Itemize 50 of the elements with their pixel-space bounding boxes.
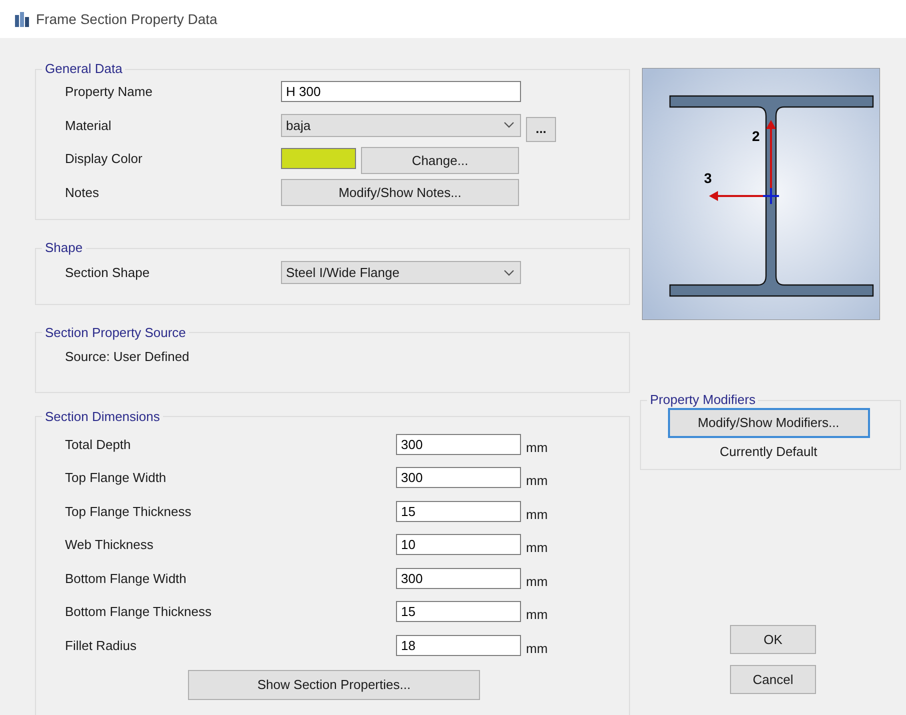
modify-show-notes-button[interactable]: Modify/Show Notes...: [281, 178, 519, 206]
unit-label: mm: [526, 506, 548, 524]
change-button[interactable]: Change...: [361, 147, 519, 174]
more-button[interactable]: ...: [526, 116, 556, 142]
window-title: Frame Section Property Data: [36, 10, 218, 29]
group-title: Section Property Source: [44, 324, 187, 340]
modifiers-status: Currently Default: [720, 443, 818, 461]
axis-label: 2: [752, 128, 760, 144]
unit-label: mm: [526, 572, 548, 590]
text-input[interactable]: H 300: [281, 81, 521, 102]
unit-label: mm: [526, 438, 548, 456]
field-label: Section Shape: [64, 264, 151, 282]
dropdown-caret-icon: [504, 270, 514, 276]
field-label: Notes: [64, 184, 100, 202]
group-title: General Data: [44, 61, 124, 77]
source-text: Source: User Defined: [65, 348, 190, 364]
field-label: Fillet Radius: [64, 636, 138, 654]
axis-label: 3: [704, 170, 712, 186]
field-label: Display Color: [64, 150, 144, 168]
app-icon: [14, 10, 31, 28]
section-shape-dropdown[interactable]: Steel I/Wide Flange: [281, 261, 521, 284]
dialog-button[interactable]: Cancel: [730, 665, 816, 694]
unit-label: mm: [526, 539, 548, 557]
unit-label: mm: [526, 640, 548, 658]
material-dropdown[interactable]: baja: [281, 114, 521, 137]
field-label: Bottom Flange Width: [64, 570, 188, 588]
show-section-properties-button[interactable]: Show Section Properties...: [188, 670, 480, 700]
field-label: Top Flange Thickness: [64, 502, 192, 521]
dimension-input[interactable]: 10: [396, 534, 521, 556]
dialog-button[interactable]: OK: [730, 625, 816, 654]
dimension-input[interactable]: 300: [396, 467, 521, 488]
dimension-input[interactable]: 18: [396, 634, 521, 656]
dimension-input[interactable]: 15: [396, 601, 521, 622]
unit-label: mm: [526, 606, 548, 624]
dimension-input[interactable]: 300: [396, 434, 521, 455]
field-label: Bottom Flange Thickness: [64, 603, 212, 621]
group-title: Shape: [44, 240, 84, 256]
group-title: Section Dimensions: [44, 408, 161, 424]
field-label: Total Depth: [64, 436, 132, 454]
unit-label: mm: [526, 472, 548, 490]
centroid-marker: [763, 188, 779, 204]
dimension-input[interactable]: 300: [396, 568, 521, 589]
dropdown-caret-icon: [504, 122, 514, 128]
field-label: Top Flange Width: [64, 469, 168, 487]
modify-show-modifiers-button[interactable]: Modify/Show Modifiers...: [668, 408, 870, 438]
field-label: Web Thickness: [64, 536, 154, 554]
group-title: Property Modifiers: [649, 392, 756, 408]
dimension-input[interactable]: 15: [396, 500, 521, 522]
field-label: Property Name: [64, 83, 154, 101]
field-label: Material: [64, 116, 112, 134]
